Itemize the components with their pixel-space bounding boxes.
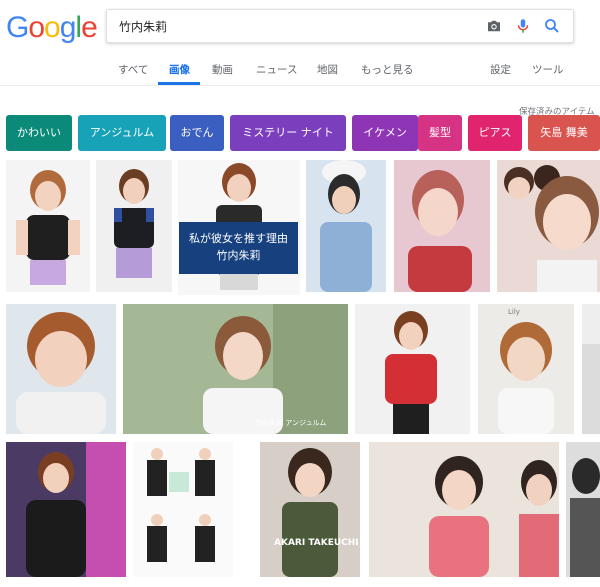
photo-thumbnail xyxy=(385,311,437,434)
thumbnail-caption-box: 私が彼女を推す理由 竹内朱莉 xyxy=(179,222,298,274)
google-logo[interactable]: Google xyxy=(6,11,98,45)
header-divider xyxy=(0,85,600,86)
photo-thumbnail xyxy=(16,312,106,434)
caption-line: 竹内朱莉 xyxy=(216,249,261,262)
photo-thumbnail xyxy=(429,456,559,577)
photo-thumbnail xyxy=(570,458,600,577)
caption-line: 私が彼女を推す理由 xyxy=(189,232,288,245)
photo-thumbnail xyxy=(16,170,80,285)
photo-thumbnail xyxy=(498,322,554,434)
tab-all[interactable]: すべて xyxy=(118,62,148,77)
image-result[interactable] xyxy=(355,304,470,434)
tab-more[interactable]: もっと見る xyxy=(361,62,414,77)
search-input[interactable] xyxy=(117,15,471,37)
image-result[interactable] xyxy=(6,160,90,292)
search-tabs: すべて 画像 動画 ニュース 地図 もっと見る 設定 ツール xyxy=(0,57,600,84)
image-result[interactable]: Lily xyxy=(478,304,574,434)
photo-thumbnail xyxy=(320,160,372,292)
image-result[interactable] xyxy=(306,160,386,292)
related-chips: かわいい アンジュルム おでん ミステリー ナイト イケメン 髪型 ピアス 矢島… xyxy=(6,115,600,151)
image-result[interactable] xyxy=(133,442,233,577)
photo-thumbnail xyxy=(582,344,600,434)
image-result[interactable] xyxy=(566,442,600,577)
thumbnail-caption: AKARI TAKEUCHI xyxy=(274,538,359,548)
search-box xyxy=(106,9,574,43)
tab-maps[interactable]: 地図 xyxy=(317,62,338,77)
photo-thumbnail xyxy=(123,304,348,434)
tab-videos[interactable]: 動画 xyxy=(212,62,233,77)
tab-news[interactable]: ニュース xyxy=(256,62,297,77)
chip-angerme[interactable]: アンジュルム xyxy=(78,115,166,151)
settings-link[interactable]: 設定 xyxy=(490,62,511,77)
logo-letter: o xyxy=(44,11,61,44)
chip-ikemen[interactable]: イケメン xyxy=(352,115,418,151)
image-result[interactable] xyxy=(6,304,116,434)
microphone-icon[interactable] xyxy=(514,17,532,35)
chip-kawaii[interactable]: かわいい xyxy=(6,115,72,151)
camera-icon[interactable] xyxy=(485,17,503,35)
thumbnail-caption: 竹内朱莉 アンジュルム xyxy=(255,419,327,427)
logo-letter: o xyxy=(28,11,45,44)
photo-thumbnail xyxy=(408,170,472,292)
tab-images[interactable]: 画像 xyxy=(169,62,190,77)
chip-piercing[interactable]: ピアス xyxy=(468,115,522,151)
image-result[interactable]: 竹内朱莉 アンジュルム xyxy=(123,304,348,434)
image-result[interactable] xyxy=(394,160,490,292)
logo-letter: g xyxy=(59,11,77,44)
image-result[interactable] xyxy=(582,304,600,434)
image-result[interactable] xyxy=(369,442,559,577)
thumbnail-caption: Lily xyxy=(508,308,520,316)
logo-letter: G xyxy=(6,11,29,44)
photo-thumbnail xyxy=(114,169,154,278)
logo-letter: e xyxy=(81,11,98,44)
chip-hairstyle[interactable]: 髪型 xyxy=(418,115,462,151)
photo-thumbnail xyxy=(504,165,599,292)
photo-thumbnail xyxy=(6,442,126,577)
tools-link[interactable]: ツール xyxy=(532,62,564,77)
image-result[interactable] xyxy=(497,160,600,292)
photo-thumbnail xyxy=(147,448,215,562)
search-icon[interactable] xyxy=(543,17,561,35)
image-result[interactable] xyxy=(96,160,172,292)
photo-thumbnail xyxy=(282,448,338,577)
chip-yajima-maimi[interactable]: 矢島 舞美 xyxy=(528,115,600,151)
chip-mystery-night[interactable]: ミステリー ナイト xyxy=(230,115,346,151)
image-result[interactable] xyxy=(6,442,126,577)
image-result[interactable]: AKARI TAKEUCHI xyxy=(260,442,360,577)
chip-oden[interactable]: おでん xyxy=(170,115,224,151)
